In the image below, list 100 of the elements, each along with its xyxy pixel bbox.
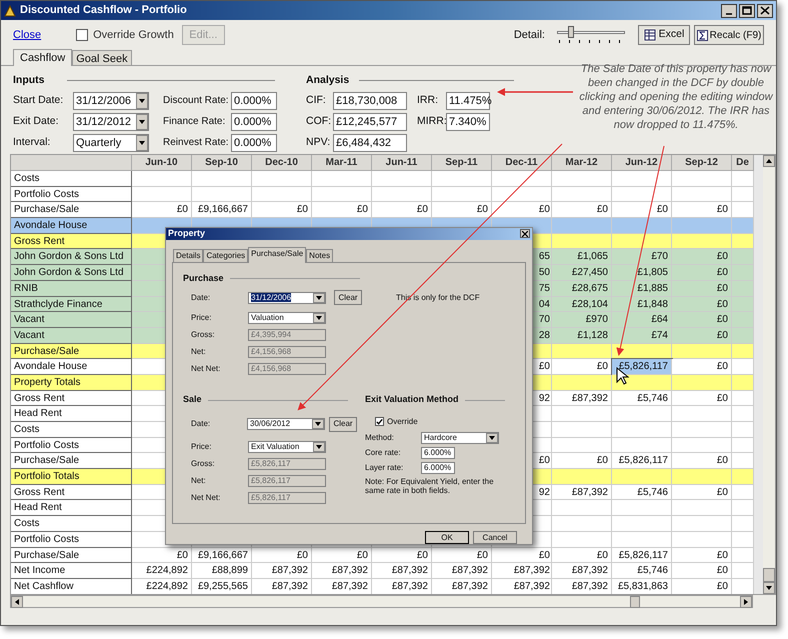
column-header[interactable]: Sep-12 — [672, 155, 732, 171]
horizontal-scrollbar[interactable] — [10, 595, 753, 608]
close-icon[interactable] — [520, 229, 530, 238]
table-cell: £28,675 — [552, 280, 612, 296]
table-cell — [612, 218, 672, 234]
table-cell: £1,848 — [612, 296, 672, 312]
text-field[interactable]: 7.340% — [446, 112, 490, 131]
column-header[interactable]: Sep-10 — [192, 155, 252, 171]
table-cell — [132, 171, 192, 187]
dropdown-arrow-icon[interactable] — [313, 292, 325, 303]
close-icon[interactable] — [757, 4, 773, 18]
text-field[interactable]: 6.000% — [421, 446, 455, 459]
maximize-icon[interactable] — [739, 4, 755, 18]
table-cell — [732, 312, 754, 328]
minimize-icon[interactable] — [721, 4, 737, 18]
scroll-right-icon[interactable] — [744, 598, 748, 604]
column-header[interactable]: Dec-10 — [252, 155, 312, 171]
close-link[interactable]: Close — [13, 26, 42, 44]
scroll-left-icon[interactable] — [15, 598, 19, 604]
dropdown-arrow-icon[interactable] — [313, 313, 325, 324]
vertical-scrollbar[interactable] — [763, 155, 775, 594]
table-cell: £0 — [672, 578, 732, 594]
combo-box[interactable]: 31/12/2012 — [73, 112, 149, 131]
dropdown-arrow-icon[interactable] — [312, 419, 324, 430]
scroll-thumb[interactable] — [763, 568, 775, 582]
table-cell: £27,450 — [552, 265, 612, 281]
dropdown-arrow-icon[interactable] — [313, 442, 325, 452]
scroll-thumb[interactable] — [630, 596, 640, 608]
column-header[interactable]: Mar-11 — [312, 155, 372, 171]
table-cell — [612, 469, 672, 485]
text-field[interactable]: £5,826,117 — [248, 492, 326, 504]
table-cell — [732, 202, 754, 218]
column-header[interactable]: Sep-11 — [432, 155, 492, 171]
text-field[interactable]: £4,156,968 — [248, 346, 326, 358]
tab[interactable]: Cashflow — [13, 49, 72, 66]
table-cell — [672, 469, 732, 485]
section-heading: Inputs — [13, 73, 44, 88]
recalc-button[interactable]: Recalc (F9) — [694, 25, 764, 45]
combo-box[interactable]: 30/06/2012 — [247, 418, 325, 430]
dialog-tab[interactable]: Details — [173, 248, 204, 262]
dialog-button[interactable]: Cancel — [473, 531, 517, 544]
checkbox[interactable] — [375, 417, 384, 426]
text-field[interactable]: 0.000% — [231, 112, 277, 131]
checkbox[interactable] — [76, 29, 88, 41]
clear-button[interactable]: Clear — [329, 416, 357, 432]
table-cell: £5,831,863 — [612, 578, 672, 594]
combo-box[interactable]: Hardcore — [421, 432, 499, 444]
table-cell — [732, 296, 754, 312]
tab[interactable]: Goal Seek — [72, 50, 132, 65]
text-field[interactable]: £12,245,577 — [333, 112, 407, 131]
combo-box[interactable]: 31/12/2006 — [73, 92, 149, 110]
text-field[interactable]: £6,484,432 — [333, 134, 407, 152]
column-header[interactable]: De — [732, 155, 754, 171]
table-cell: £0 — [672, 296, 732, 312]
row-label: Head Rent — [11, 406, 132, 422]
clear-button[interactable]: Clear — [334, 290, 362, 306]
scroll-down-icon[interactable] — [766, 586, 772, 590]
table-cell — [552, 234, 612, 250]
text-field[interactable]: 0.000% — [231, 92, 277, 110]
column-header[interactable]: Jun-11 — [372, 155, 432, 171]
text-field[interactable]: £4,156,968 — [248, 363, 326, 376]
text-field[interactable]: 6.000% — [421, 462, 455, 474]
table-cell — [732, 249, 754, 266]
dropdown-arrow-icon[interactable] — [486, 432, 498, 443]
combo-box[interactable]: 31/12/2006 — [248, 292, 326, 304]
text-field[interactable]: £4,395,994 — [248, 329, 326, 342]
table-cell — [732, 500, 754, 516]
combo-box[interactable]: Exit Valuation — [248, 440, 326, 453]
dialog-tab[interactable]: Notes — [306, 248, 334, 262]
detail-slider[interactable] — [557, 25, 625, 45]
column-header[interactable]: Mar-12 — [552, 155, 612, 171]
dialog-tab[interactable]: Categories — [203, 248, 248, 262]
dialog-tab[interactable]: Purchase/Sale — [248, 246, 306, 263]
column-header[interactable]: Jun-12 — [612, 155, 672, 171]
text-field[interactable]: £5,826,117 — [248, 458, 326, 470]
text-field[interactable]: 11.475% — [446, 92, 490, 110]
text-field[interactable]: £18,730,008 — [333, 92, 407, 110]
field-label: Method: — [365, 432, 395, 444]
row-label: Portfolio Costs — [11, 438, 132, 454]
table-cell — [732, 374, 754, 391]
slider-thumb[interactable] — [568, 26, 574, 38]
combo-box[interactable]: Quarterly — [73, 134, 149, 152]
column-header[interactable]: Dec-11 — [492, 155, 552, 171]
combo-box[interactable]: Valuation — [248, 312, 326, 324]
text-field[interactable]: £5,826,117 — [248, 474, 326, 487]
excel-button[interactable]: Excel — [638, 25, 690, 45]
field-label: IRR: — [417, 92, 439, 108]
column-header[interactable]: Jun-10 — [132, 155, 192, 171]
table-cell: £87,392 — [252, 563, 312, 579]
table-cell — [552, 218, 612, 234]
dialog-button[interactable]: OK — [425, 531, 469, 544]
table-cell: £0 — [672, 484, 732, 500]
scroll-up-icon[interactable] — [766, 159, 772, 163]
row-label: Costs — [11, 516, 132, 532]
row-label: Vacant — [11, 328, 132, 344]
text-field[interactable]: 0.000% — [231, 134, 277, 152]
table-cell — [192, 171, 252, 187]
table-cell — [552, 532, 612, 548]
table-cell — [672, 438, 732, 454]
field-label: Gross: — [191, 458, 216, 470]
